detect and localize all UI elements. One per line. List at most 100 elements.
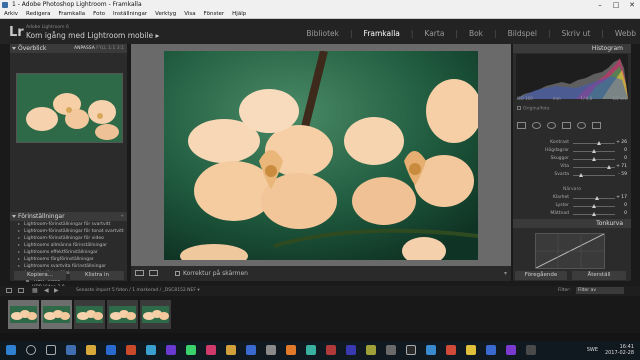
close-button[interactable]: ✕ [624, 0, 640, 10]
graduated-filter-icon[interactable] [562, 121, 571, 129]
filmstrip-thumbnail[interactable] [107, 300, 138, 329]
slider-kontrast[interactable]: Kontrast + 26 [517, 140, 627, 147]
slider-skuggor[interactable]: Skuggor 0 [517, 156, 627, 163]
second-window-icon[interactable] [18, 288, 24, 293]
menu-item[interactable]: Visa [184, 10, 195, 19]
tone-curve-graph[interactable] [535, 233, 605, 269]
app-icon-8[interactable] [266, 345, 276, 355]
app-icon-2[interactable] [146, 345, 156, 355]
orchid-photo[interactable] [164, 51, 478, 260]
preset-folder[interactable]: Lightrooms allmänna förinställningar [14, 242, 126, 249]
add-preset-icon[interactable]: + [120, 212, 124, 221]
preset-folder[interactable]: Lightroom-förinställningar för video [14, 235, 126, 242]
slider-svarta[interactable]: Svarta - 59 [517, 172, 627, 179]
module-skriv-ut[interactable]: Skriv ut [562, 29, 591, 38]
app-icon-15[interactable] [446, 345, 456, 355]
grid-view-icon[interactable] [6, 288, 12, 293]
slider-högdagrar[interactable]: Högdagrar 0 [517, 148, 627, 155]
slider-value[interactable]: + 71 [616, 164, 627, 169]
presets-header[interactable]: Förinställningar + [10, 212, 127, 221]
filmstrip-source-info[interactable]: Senaste import 5 foton / 1 markerad / _D… [76, 288, 200, 293]
slider-track[interactable] [573, 143, 615, 144]
slider-track[interactable] [573, 198, 615, 199]
menu-item[interactable]: Inställningar [113, 10, 147, 19]
app-icon-6[interactable] [226, 345, 236, 355]
app-icon-7[interactable] [246, 345, 256, 355]
filmstrip-thumbnail[interactable] [74, 300, 105, 329]
slider-knob[interactable] [606, 165, 611, 169]
menu-item[interactable]: Foto [93, 10, 105, 19]
zoom-1-1[interactable]: 1:1 [108, 46, 115, 51]
slider-value[interactable]: 0 [624, 203, 627, 208]
vlc-icon[interactable] [286, 345, 296, 355]
menu-item[interactable]: Arkiv [4, 10, 18, 19]
app-icon-5[interactable] [206, 345, 216, 355]
language-indicator[interactable]: SWE [587, 347, 598, 353]
app-icon-17[interactable] [486, 345, 496, 355]
catalog-title[interactable]: Kom igång med Lightroom mobile ▸ [26, 31, 159, 40]
slider-vita[interactable]: Vita + 71 [517, 164, 627, 171]
app-icon-13[interactable] [386, 345, 396, 355]
outlook-icon[interactable] [106, 345, 116, 355]
preset-folder[interactable]: Lightroom-förinställningar för tonat sva… [14, 228, 126, 235]
app-icon-4[interactable] [186, 345, 196, 355]
slider-lyster[interactable]: Lyster 0 [517, 203, 627, 210]
slider-mättnad[interactable]: Mättnad 0 [517, 211, 627, 218]
forward-arrow-icon[interactable]: ▶ [54, 287, 59, 294]
search-icon[interactable] [26, 345, 36, 355]
task-view-icon[interactable] [46, 345, 56, 355]
edge-icon[interactable] [66, 345, 76, 355]
app-icon-16[interactable] [466, 345, 476, 355]
slider-value[interactable]: 0 [624, 156, 627, 161]
zoom-fill[interactable]: FYLL [96, 46, 106, 51]
filter-select[interactable]: Filter av [576, 287, 624, 294]
clock[interactable]: 16:41 2017-02-28 [605, 344, 634, 356]
radial-filter-icon[interactable] [577, 121, 586, 129]
navigator-header[interactable]: Överblick ANPASSA FYLL 1:1 3:1 [10, 44, 127, 53]
slider-klarhet[interactable]: Klarhet + 17 [517, 195, 627, 202]
start-icon[interactable] [6, 345, 16, 355]
paste-settings-button[interactable]: Klistra in [70, 271, 124, 280]
lightroom-taskbar-icon[interactable] [406, 345, 416, 355]
before-after-icon[interactable] [149, 270, 158, 276]
app-icon-11[interactable] [346, 345, 356, 355]
slider-value[interactable]: + 26 [616, 140, 627, 145]
zoom-3-1[interactable]: 3:1 [117, 46, 124, 51]
filmstrip-thumbnail[interactable] [8, 300, 39, 329]
menu-item[interactable]: Verktyg [155, 10, 176, 19]
copy-settings-button[interactable]: Kopiera... [14, 271, 66, 280]
toolbar-menu-chevron-icon[interactable]: ▾ [504, 270, 507, 277]
previous-settings-button[interactable]: Föregående [515, 271, 567, 280]
menu-item[interactable]: Fönster [204, 10, 225, 19]
menu-item[interactable]: Hjälp [232, 10, 246, 19]
reset-button[interactable]: Återställ [572, 271, 626, 280]
slider-knob[interactable] [579, 173, 584, 177]
soft-proof-checkbox[interactable] [175, 271, 180, 276]
app-icon-1[interactable] [126, 345, 136, 355]
grid-icon[interactable]: ▦ [32, 287, 38, 294]
slider-value[interactable]: + 17 [616, 195, 627, 200]
menu-item[interactable]: Framkalla [58, 10, 85, 19]
app-icon-10[interactable] [326, 345, 336, 355]
histogram-chart[interactable] [516, 54, 628, 99]
filmstrip-thumbnail[interactable] [140, 300, 171, 329]
preset-folder[interactable]: Lightroom-förinställningar för svartvitt [14, 221, 126, 228]
module-bok[interactable]: Bok [469, 29, 483, 38]
zoom-options[interactable]: ANPASSA FYLL 1:1 3:1 [74, 44, 124, 53]
app-icon-3[interactable] [166, 345, 176, 355]
app-icon-12[interactable] [366, 345, 376, 355]
module-bibliotek[interactable]: Bibliotek [306, 29, 339, 38]
original-photo-toggle[interactable]: Originalfoto [517, 106, 549, 112]
back-arrow-icon[interactable]: ◀ [44, 287, 49, 294]
original-photo-checkbox[interactable] [517, 106, 521, 110]
adjustment-brush-icon[interactable] [592, 121, 601, 129]
app-icon-14[interactable] [426, 345, 436, 355]
slider-knob[interactable] [592, 212, 596, 216]
app-icon-18[interactable] [506, 345, 516, 355]
slider-knob[interactable] [592, 149, 596, 153]
loupe-view-icon[interactable] [135, 270, 144, 276]
app-icon-9[interactable] [306, 345, 316, 355]
slider-knob[interactable] [592, 157, 596, 161]
crop-tool-icon[interactable] [517, 121, 526, 129]
module-bildspel[interactable]: Bildspel [508, 29, 537, 38]
